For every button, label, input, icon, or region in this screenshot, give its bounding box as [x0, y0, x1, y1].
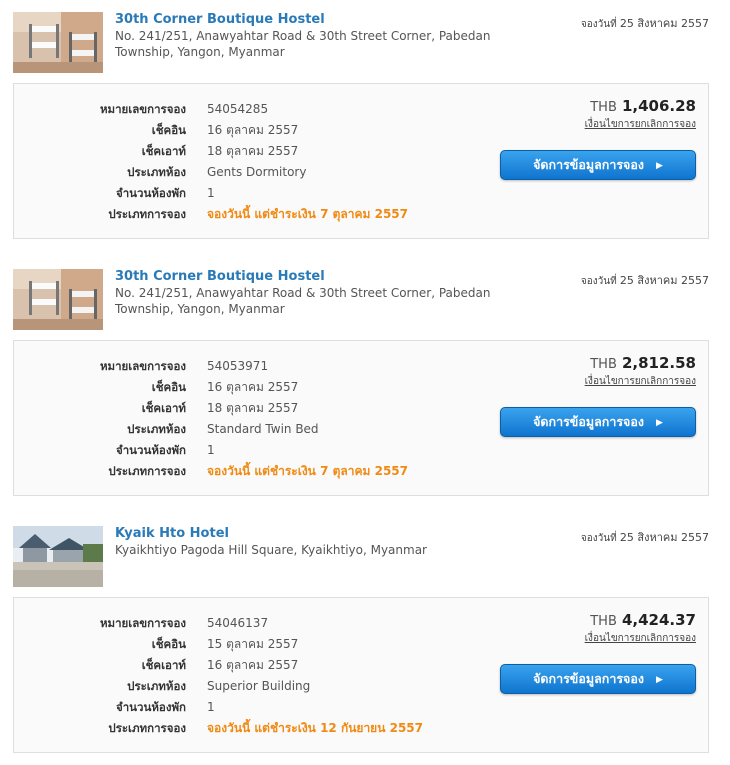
room-type-label: ประเภทห้อง	[127, 422, 186, 436]
rooms-label: จำนวนห้องพัก	[115, 443, 186, 457]
booking-details-panel: หมายเลขการจอง 54054285 เช็คอิน 16 ตุลาคม 2…	[13, 83, 709, 239]
check-in-value: 16 ตุลาคม 2557	[207, 123, 299, 137]
room-type-label: ประเภทห้อง	[127, 679, 186, 693]
booking-number-label: หมายเลขการจอง	[99, 102, 186, 116]
price-amount: 4,424.37	[621, 611, 696, 629]
check-out-label: เช็คเอาท์	[141, 658, 186, 672]
room-type-label: ประเภทห้อง	[127, 165, 186, 179]
rooms-value: 1	[207, 700, 215, 714]
booked-date-label: จองวันที่	[580, 533, 617, 544]
cancellation-policy-link[interactable]: เงื่อนไขการยกเลิกการจอง	[585, 117, 696, 132]
booked-date: จองวันที่ 25 สิงหาคม 2557	[581, 271, 709, 289]
price-currency: THB	[590, 357, 617, 372]
check-in-value: 15 ตุลาคม 2557	[207, 637, 299, 651]
booking-type-label: ประเภทการจอง	[108, 207, 186, 221]
booking-type-value: จองวันนี้ แต่ชำระเงิน 7 ตุลาคม 2557	[207, 207, 408, 221]
chevron-right-icon: ▶	[656, 160, 663, 171]
booked-date: จองวันที่ 25 สิงหาคม 2557	[581, 14, 709, 32]
rooms-label: จำนวนห้องพัก	[115, 186, 186, 200]
manage-booking-label: จัดการข้อมูลการจอง	[533, 157, 644, 172]
booking-type-value: จองวันนี้ แต่ชำระเงิน 12 กันยายน 2557	[207, 721, 423, 735]
booking-number-value: 54053971	[207, 359, 269, 373]
manage-booking-label: จัดการข้อมูลการจอง	[533, 671, 644, 686]
check-out-label: เช็คเอาท์	[141, 144, 186, 158]
rooms-value: 1	[207, 186, 215, 200]
manage-booking-button[interactable]: จัดการข้อมูลการจอง ▶	[500, 407, 696, 437]
booking-type-value: จองวันนี้ แต่ชำระเงิน 7 ตุลาคม 2557	[207, 464, 408, 478]
booking-number-label: หมายเลขการจอง	[99, 359, 186, 373]
manage-booking-label: จัดการข้อมูลการจอง	[533, 414, 644, 429]
booking-details-panel: หมายเลขการจอง 54053971 เช็คอิน 16 ตุลาคม 2…	[13, 340, 709, 496]
chevron-right-icon: ▶	[656, 417, 663, 428]
booking-number-label: หมายเลขการจอง	[99, 616, 186, 630]
check-out-value: 18 ตุลาคม 2557	[207, 401, 299, 415]
check-in-label: เช็คอิน	[151, 123, 186, 137]
booking-details-panel: หมายเลขการจอง 54046137 เช็คอิน 15 ตุลาคม 2…	[13, 597, 709, 753]
room-type-value: Standard Twin Bed	[207, 422, 319, 436]
booked-date-value: 25 สิงหาคม 2557	[619, 274, 709, 287]
chevron-right-icon: ▶	[656, 674, 663, 685]
room-type-value: Superior Building	[207, 679, 311, 693]
booked-date-value: 25 สิงหาคม 2557	[619, 17, 709, 30]
manage-booking-button[interactable]: จัดการข้อมูลการจอง ▶	[500, 150, 696, 180]
hotel-address: No. 241/251, Anawyahtar Road & 30th Stre…	[115, 286, 491, 316]
booking-type-label: ประเภทการจอง	[108, 721, 186, 735]
rooms-value: 1	[207, 443, 215, 457]
cancellation-policy-link[interactable]: เงื่อนไขการยกเลิกการจอง	[585, 631, 696, 646]
total-price: THB 1,406.28	[590, 96, 696, 115]
hotel-thumbnail[interactable]	[13, 269, 103, 330]
price-amount: 2,812.58	[621, 354, 696, 372]
price-currency: THB	[590, 614, 617, 629]
price-currency: THB	[590, 100, 617, 115]
hotel-address: Kyaikhtiyo Pagoda Hill Square, Kyaikhtiy…	[115, 543, 427, 557]
check-out-label: เช็คเอาท์	[141, 401, 186, 415]
booked-date: จองวันที่ 25 สิงหาคม 2557	[581, 528, 709, 546]
cancellation-policy-link[interactable]: เงื่อนไขการยกเลิกการจอง	[585, 374, 696, 389]
booked-date-label: จองวันที่	[580, 276, 617, 287]
booking-type-label: ประเภทการจอง	[108, 464, 186, 478]
hotel-name-link[interactable]: 30th Corner Boutique Hostel	[115, 269, 325, 284]
price-amount: 1,406.28	[621, 97, 696, 115]
hotel-address: No. 241/251, Anawyahtar Road & 30th Stre…	[115, 29, 491, 59]
booking-number-value: 54054285	[207, 102, 269, 116]
booked-date-label: จองวันที่	[580, 19, 617, 30]
hotel-name-link[interactable]: Kyaik Hto Hotel	[115, 526, 229, 541]
total-price: THB 2,812.58	[590, 353, 696, 372]
booking-number-value: 54046137	[207, 616, 269, 630]
rooms-label: จำนวนห้องพัก	[115, 700, 186, 714]
hotel-thumbnail[interactable]	[13, 12, 103, 73]
check-in-value: 16 ตุลาคม 2557	[207, 380, 299, 394]
hotel-name-link[interactable]: 30th Corner Boutique Hostel	[115, 12, 325, 27]
check-out-value: 18 ตุลาคม 2557	[207, 144, 299, 158]
check-in-label: เช็คอิน	[151, 380, 186, 394]
total-price: THB 4,424.37	[590, 610, 696, 629]
booked-date-value: 25 สิงหาคม 2557	[619, 531, 709, 544]
hotel-thumbnail[interactable]	[13, 526, 103, 587]
check-out-value: 16 ตุลาคม 2557	[207, 658, 299, 672]
check-in-label: เช็คอิน	[151, 637, 186, 651]
manage-booking-button[interactable]: จัดการข้อมูลการจอง ▶	[500, 664, 696, 694]
room-type-value: Gents Dormitory	[207, 165, 307, 179]
